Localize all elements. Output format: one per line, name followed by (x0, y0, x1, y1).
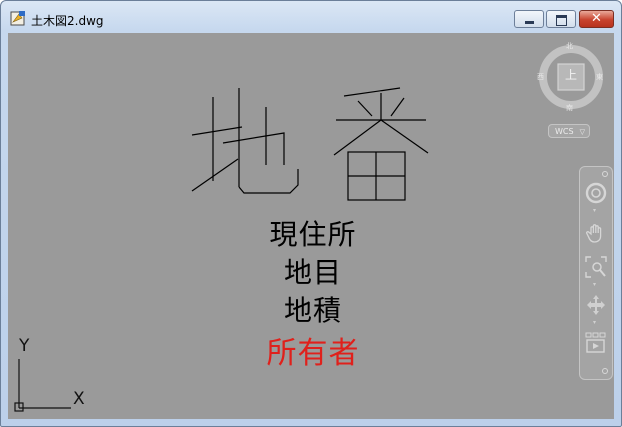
close-button[interactable]: ✕ (579, 10, 614, 28)
wcs-menu[interactable]: WCS ▽ (548, 124, 590, 138)
drawing-heading: 地番 (186, 83, 436, 213)
compass-north[interactable]: 北 (566, 41, 573, 51)
steering-wheel-icon[interactable] (584, 181, 608, 205)
chevron-down-icon: ▽ (579, 128, 585, 136)
navbar-options-icon[interactable] (602, 368, 608, 374)
close-icon: ✕ (591, 11, 602, 26)
orbit-icon[interactable] (584, 293, 608, 317)
drawing-line-owner: 所有者 (266, 336, 360, 371)
viewcube[interactable]: 上 北 南 東 西 (536, 41, 606, 113)
compass-east[interactable]: 東 (596, 72, 603, 82)
heading-linework (191, 87, 429, 201)
navbar-close-icon[interactable] (602, 171, 608, 177)
minimize-button[interactable] (514, 10, 544, 28)
compass-west[interactable]: 西 (537, 72, 544, 82)
title-bar[interactable]: 土木図2.dwg ✕ (1, 1, 621, 33)
zoom-dropdown-icon[interactable]: ▾ (593, 282, 597, 288)
ucs-icon: Y X (13, 333, 93, 417)
window-title: 土木図2.dwg (31, 14, 104, 28)
compass-south[interactable]: 南 (566, 103, 573, 113)
app-window: 土木図2.dwg ✕ 現住所 地目 地積 所有者 上 北 南 東 西 WCS ▽… (0, 0, 622, 427)
zoom-extents-icon[interactable] (584, 255, 608, 279)
maximize-button[interactable] (546, 10, 576, 28)
pan-icon[interactable] (584, 221, 608, 245)
navigation-bar: ▾ ▾ ▾ (579, 166, 613, 380)
ucs-x-label: X (73, 389, 85, 409)
steering-wheel-dropdown-icon[interactable]: ▾ (593, 208, 597, 214)
orbit-dropdown-icon[interactable]: ▾ (593, 320, 597, 326)
drawing-line-land-category: 地目 (283, 256, 342, 289)
viewcube-top-face[interactable]: 上 (558, 66, 584, 83)
wcs-label: WCS (555, 127, 574, 136)
drawing-line-address: 現住所 (269, 218, 357, 251)
dwg-file-icon (10, 11, 25, 26)
showmotion-icon[interactable] (584, 331, 608, 355)
drawing-line-land-area: 地積 (283, 294, 342, 327)
drawing-viewport[interactable]: 地番 現住所 地目 地積 所有者 上 北 南 東 西 WCS ▽ (8, 33, 614, 419)
ucs-y-label: Y (19, 336, 30, 356)
